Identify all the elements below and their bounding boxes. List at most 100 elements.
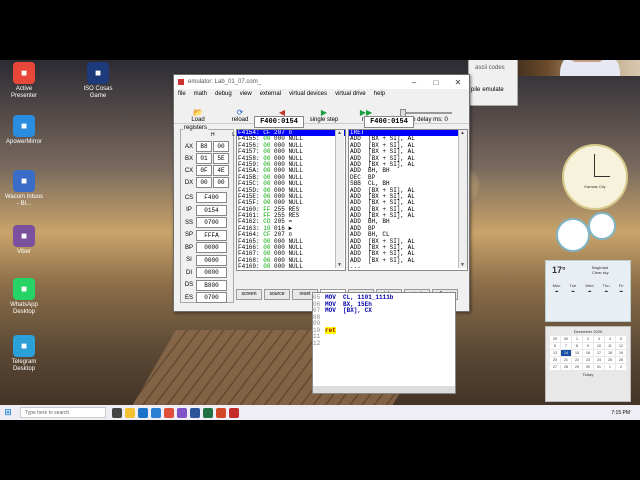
calendar-day[interactable]: 8	[572, 343, 582, 349]
register-value[interactable]: F400	[196, 192, 227, 203]
calendar-day[interactable]: 9	[583, 343, 593, 349]
editor-line[interactable]: 12	[313, 340, 455, 348]
calendar-day[interactable]: 10	[594, 343, 604, 349]
store-icon[interactable]	[138, 407, 148, 418]
memory-listing[interactable]: F4154: CF 207 ¤ F4155: 00 000 NULL F4156: …	[236, 129, 346, 271]
close-icon[interactable]: ✕	[447, 78, 469, 87]
register-value[interactable]: B800	[196, 279, 227, 291]
menu-item[interactable]: math	[194, 91, 207, 97]
calendar-day[interactable]: 18	[605, 350, 615, 356]
menu-item[interactable]: virtual devices	[289, 91, 327, 97]
calendar-day[interactable]: 22	[572, 357, 582, 363]
calendar-day[interactable]: 30	[561, 336, 571, 342]
calendar-day[interactable]: 20	[550, 357, 560, 363]
register-value[interactable]: 0700	[196, 292, 227, 303]
register-low-byte[interactable]: 00	[213, 141, 229, 152]
calendar-day[interactable]: 17	[594, 350, 604, 356]
calendar-day[interactable]: 25	[605, 357, 615, 363]
register-value[interactable]: 0000	[196, 267, 227, 278]
calendar-day[interactable]: 6	[550, 343, 560, 349]
calendar-day[interactable]: 15	[572, 350, 582, 356]
step-delay-track[interactable]	[400, 109, 452, 118]
register-value[interactable]: 0000	[196, 254, 227, 266]
screen-button[interactable]: screen	[236, 289, 262, 300]
register-low-byte[interactable]: 4E	[213, 165, 229, 176]
calendar-day[interactable]: 2	[616, 364, 626, 370]
windows-start-icon[interactable]: ⊞	[0, 407, 16, 418]
powerpoint-icon[interactable]	[216, 407, 226, 418]
register-high-byte[interactable]: 01	[196, 153, 212, 164]
register-high-byte[interactable]: 0F	[196, 165, 212, 176]
single-step-button[interactable]: ▶ single step	[304, 101, 344, 123]
chrome-icon[interactable]	[164, 407, 174, 418]
calendar-day[interactable]: 16	[583, 350, 593, 356]
taskbar-search-input[interactable]: Type here to search	[20, 407, 106, 418]
register-value[interactable]: 0000	[196, 242, 227, 253]
mail-icon[interactable]	[151, 407, 161, 418]
desktop-icon[interactable]: ■ WhatsApp Desktop	[4, 278, 44, 316]
calendar-day[interactable]: 11	[605, 343, 615, 349]
calendar-day[interactable]: 23	[583, 357, 593, 363]
calendar-day[interactable]: 7	[561, 343, 571, 349]
disassembly-scrollbar[interactable]	[458, 130, 467, 268]
menu-item[interactable]: view	[240, 91, 252, 97]
visual-studio-icon[interactable]	[177, 407, 187, 418]
calendar-day[interactable]: 1	[572, 336, 582, 342]
maximize-icon[interactable]: □	[425, 78, 447, 87]
calendar-day[interactable]: 13	[550, 350, 560, 356]
editor-horizontal-scrollbar[interactable]	[313, 386, 455, 393]
register-low-byte[interactable]: 00	[213, 177, 229, 188]
menu-item[interactable]: virtual drive	[335, 91, 366, 97]
calendar-day[interactable]: 4	[605, 336, 615, 342]
calendar-day[interactable]: 21	[561, 357, 571, 363]
taskbar-clock[interactable]: 7:15 PM	[611, 410, 630, 416]
calendar-day[interactable]: 29	[550, 336, 560, 342]
pdf-icon[interactable]	[229, 407, 239, 418]
source-button[interactable]: source	[264, 289, 290, 300]
calendar-day[interactable]: 28	[561, 364, 571, 370]
minimize-icon[interactable]: –	[403, 78, 425, 87]
disassembly-listing[interactable]: IRET ADD [BX + SI], AL ADD [BX + SI], AL AD…	[348, 129, 468, 271]
menu-item[interactable]: external	[260, 91, 281, 97]
word-icon[interactable]	[190, 407, 200, 418]
calendar-day[interactable]: 2	[583, 336, 593, 342]
calendar-day[interactable]: 29	[572, 364, 582, 370]
register-value[interactable]: 0154	[196, 204, 227, 216]
desktop-icon[interactable]: ■ Wacom Intuos - Bl...	[4, 170, 44, 208]
compile-button[interactable]: pile	[471, 87, 480, 93]
desktop-icon[interactable]: ■ Viber	[4, 225, 44, 256]
excel-icon[interactable]	[203, 407, 213, 418]
calendar-day[interactable]: 26	[616, 357, 626, 363]
source-editor[interactable]: 05 MOV CL, 1101_1111b 06 MOV BX, 15Eh 07 MOV …	[312, 292, 456, 394]
calendar-day[interactable]: 3	[594, 336, 604, 342]
load-button[interactable]: 📂 Load	[178, 101, 218, 123]
emulator-titlebar[interactable]: emulator: Lab_01_07.com_ – □ ✕	[174, 75, 469, 89]
menu-item[interactable]: debug	[215, 91, 232, 97]
desktop-icon[interactable]: ■ Telegram Desktop	[4, 335, 44, 373]
calendar-day[interactable]: 24	[594, 357, 604, 363]
calendar-day[interactable]: 12	[616, 343, 626, 349]
task-view-icon[interactable]	[112, 407, 122, 418]
calendar-day[interactable]: 1	[605, 364, 615, 370]
memory-address-field[interactable]: F400:0154	[254, 116, 304, 128]
desktop-icon[interactable]: ■ ISO Cosas Game	[78, 62, 118, 100]
register-value[interactable]: 0700	[196, 217, 227, 228]
register-high-byte[interactable]: 00	[196, 177, 212, 188]
disasm-address-field[interactable]: F400:0154	[364, 116, 414, 128]
disassembly-row[interactable]: ...	[349, 263, 467, 270]
calendar-day[interactable]: 5	[616, 336, 626, 342]
memory-scrollbar[interactable]	[335, 130, 344, 268]
calendar-day[interactable]: 14	[561, 350, 571, 356]
calendar-day[interactable]: 19	[616, 350, 626, 356]
calendar-today-link[interactable]: Today	[546, 372, 630, 377]
file-explorer-icon[interactable]	[125, 407, 135, 418]
desktop-icon[interactable]: ■ ApowerMirror	[4, 115, 44, 146]
calendar-day[interactable]: 27	[550, 364, 560, 370]
desktop-icon[interactable]: ■ Active Presenter	[4, 62, 44, 100]
register-value[interactable]: FFFA	[196, 229, 227, 241]
emulate-button[interactable]: emulate	[482, 87, 503, 93]
calendar-day[interactable]: 30	[583, 364, 593, 370]
menu-item[interactable]: file	[178, 91, 186, 97]
memory-row[interactable]: F4169: 00 000 NULL	[237, 264, 345, 270]
register-low-byte[interactable]: 5E	[213, 153, 229, 164]
